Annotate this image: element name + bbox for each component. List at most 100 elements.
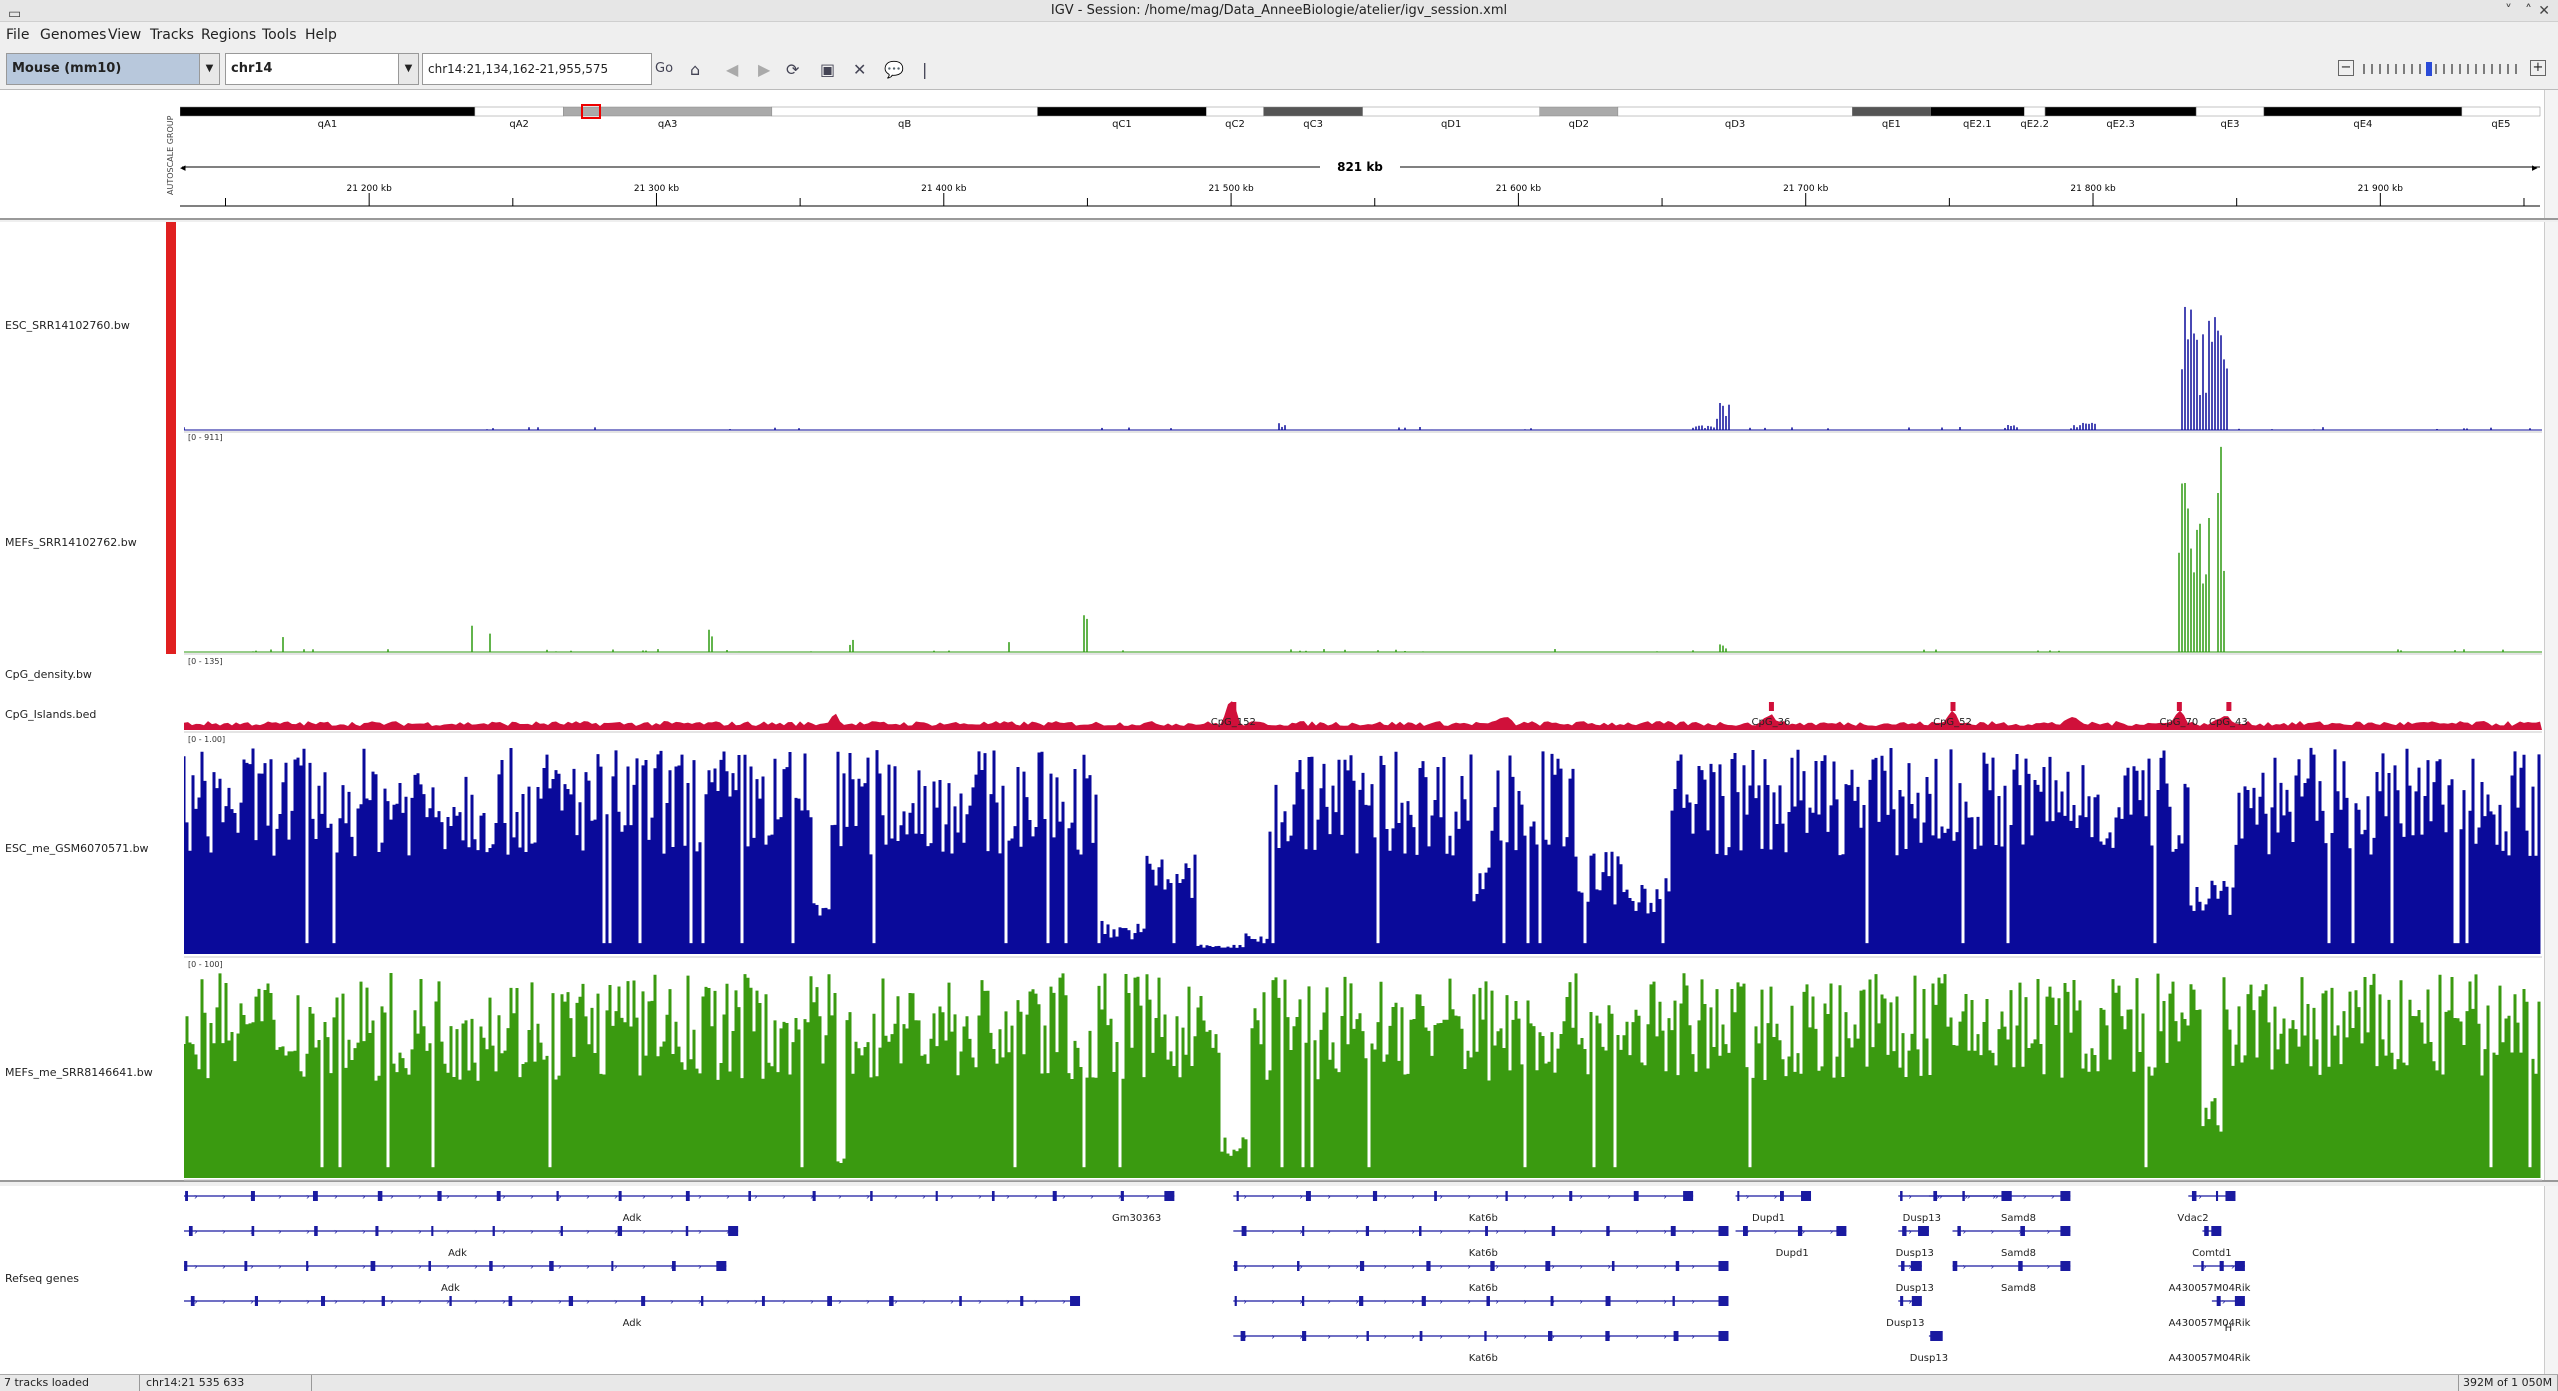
gene-exon	[1164, 1191, 1175, 1201]
refseq-genes-track[interactable]: › › › › › › › › › › › › › › › › › › › › › › › › › › › › › › › › › › › › › › › ›…	[184, 1186, 2544, 1374]
ruler-icon[interactable]: |	[922, 60, 927, 79]
ruler-tick-label: 21 600 kb	[1496, 184, 1542, 194]
gene-exon	[991, 1191, 995, 1201]
back-icon[interactable]: ◀	[726, 60, 738, 79]
strand-arrow: ›	[1579, 1263, 1583, 1273]
gene-exon	[728, 1226, 739, 1236]
menu-view[interactable]: View	[108, 27, 141, 43]
gene-label: Kat6b	[1469, 1248, 1498, 1259]
strand-arrow: ›	[1355, 1333, 1359, 1343]
go-button[interactable]: Go	[655, 61, 673, 76]
home-icon[interactable]: ⌂	[690, 60, 700, 79]
track-name-mefs-me[interactable]: MEFs_me_SRR8146641.bw	[5, 1066, 153, 1079]
strand-arrow: ›	[250, 1298, 254, 1308]
strand-arrow: ›	[1327, 1333, 1331, 1343]
zoom-in-icon[interactable]: +	[2530, 60, 2546, 76]
ideogram-band-label: qA3	[658, 119, 678, 130]
feature-panel-scrollbar[interactable]	[2544, 1186, 2558, 1374]
menu-help[interactable]: Help	[305, 27, 337, 43]
track-name-esc[interactable]: ESC_SRR14102760.bw	[5, 319, 130, 332]
strand-arrow: ›	[670, 1228, 674, 1238]
gene-exon	[1900, 1296, 1904, 1306]
gene-exon	[1675, 1261, 1680, 1271]
gene-label: Samd8	[2001, 1248, 2036, 1259]
track-name-refseq[interactable]: Refseq genes	[5, 1272, 79, 1285]
strand-arrow: ›	[446, 1193, 450, 1203]
ideogram-band	[1852, 106, 1931, 117]
span-label: 821 kb	[1337, 160, 1383, 174]
menu-tools[interactable]: Tools	[262, 27, 297, 43]
resize-icon[interactable]: ✕	[853, 60, 866, 79]
locus-input[interactable]: chr14:21,134,162-21,955,575	[422, 53, 652, 85]
strand-arrow: ›	[1635, 1298, 1639, 1308]
zoom-slider[interactable]: − +	[2338, 60, 2546, 78]
gene-exon	[1426, 1261, 1431, 1271]
menu-genomes[interactable]: Genomes	[40, 27, 106, 43]
ideogram-band-label: qA2	[509, 119, 529, 130]
gene-exon	[1743, 1226, 1748, 1236]
strand-arrow: ›	[306, 1298, 310, 1308]
strand-arrow: ›	[1963, 1263, 1967, 1273]
strand-arrow: ›	[1006, 1298, 1010, 1308]
menu-file[interactable]: File	[6, 27, 29, 43]
zoom-ticks[interactable]	[2360, 62, 2526, 76]
chromosome-select[interactable]: chr14 ▼	[225, 53, 419, 85]
gene-exon	[314, 1226, 318, 1236]
minimize-icon[interactable]: ˅	[2505, 0, 2512, 22]
zoom-out-icon[interactable]: −	[2338, 60, 2354, 76]
strand-arrow: ›	[1691, 1333, 1695, 1343]
menu-tracks[interactable]: Tracks	[150, 27, 194, 43]
gene-exon	[250, 1191, 255, 1201]
strand-arrow: ›	[1963, 1228, 1967, 1238]
gene-exon	[1611, 1261, 1615, 1271]
forward-icon[interactable]: ▶	[758, 60, 770, 79]
strand-arrow: ›	[1746, 1193, 1750, 1203]
track-name-mefs[interactable]: MEFs_SRR14102762.bw	[5, 536, 137, 549]
gene-exon	[1569, 1191, 1573, 1201]
gene-label: Dusp13	[1910, 1353, 1948, 1364]
ideogram-ruler[interactable]: qA1 qA2 qA3 qB qC1 qC2 qC3 qD1 qD2 qD3 qE1 qE2.1 qE2…	[180, 90, 2545, 218]
close-icon[interactable]: ✕	[2538, 0, 2550, 22]
strand-arrow: ›	[1271, 1193, 1275, 1203]
gene-exon	[2060, 1226, 2071, 1236]
gene-label: Vdac2	[2177, 1213, 2208, 1224]
data-panel-scrollbar[interactable]	[2544, 222, 2558, 1180]
strand-arrow: ›	[418, 1263, 422, 1273]
chevron-down-icon[interactable]: ▼	[398, 54, 418, 84]
strand-arrow: ›	[1439, 1333, 1443, 1343]
popup-info-icon[interactable]: 💬	[884, 60, 904, 79]
ruler-tick-label: 21 900 kb	[2358, 184, 2404, 194]
chevron-down-icon[interactable]: ▼	[199, 54, 219, 84]
strand-arrow: ›	[418, 1193, 422, 1203]
ideogram-band-label: qC1	[1112, 119, 1132, 130]
gene-exon	[761, 1296, 765, 1306]
gene-exon	[1434, 1191, 1437, 1201]
gene-label: Dupd1	[1776, 1248, 1809, 1259]
maximize-icon[interactable]: ˄	[2525, 0, 2532, 22]
strand-arrow: ›	[1411, 1333, 1415, 1343]
strand-arrow: ›	[1495, 1333, 1499, 1343]
ideogram-band	[1362, 106, 1540, 117]
gene-exon	[1801, 1191, 1812, 1201]
region-of-interest-icon[interactable]: ▣	[820, 60, 835, 79]
menu-regions[interactable]: Regions	[201, 27, 256, 43]
ideogram-scrollbar[interactable]	[2544, 90, 2558, 218]
track-name-cpg-density[interactable]: CpG_density.bw	[5, 668, 92, 681]
gene-exon	[496, 1191, 501, 1201]
strand-arrow: ›	[1299, 1263, 1303, 1273]
genome-select[interactable]: Mouse (mm10) ▼	[6, 53, 220, 85]
strand-arrow: ›	[222, 1228, 226, 1238]
strand-arrow: ›	[1467, 1298, 1471, 1308]
strand-arrow: ›	[390, 1193, 394, 1203]
data-tracks[interactable]: CpG_152 CpG_36 CpG_52 CpG_70 CpG_43	[184, 222, 2544, 1182]
strand-arrow: ›	[418, 1228, 422, 1238]
strand-arrow: ›	[306, 1193, 310, 1203]
cpg-island-label: CpG_70	[2159, 717, 2198, 728]
ideogram-band	[563, 106, 773, 117]
track-name-esc-me[interactable]: ESC_me_GSM6070571.bw	[5, 842, 149, 855]
ideogram-band-label: qD1	[1441, 119, 1461, 130]
refresh-icon[interactable]: ⟳	[786, 60, 799, 79]
track-name-cpg-islands[interactable]: CpG_Islands.bed	[5, 708, 96, 721]
strand-arrow: ›	[838, 1193, 842, 1203]
strand-arrow: ›	[362, 1298, 366, 1308]
